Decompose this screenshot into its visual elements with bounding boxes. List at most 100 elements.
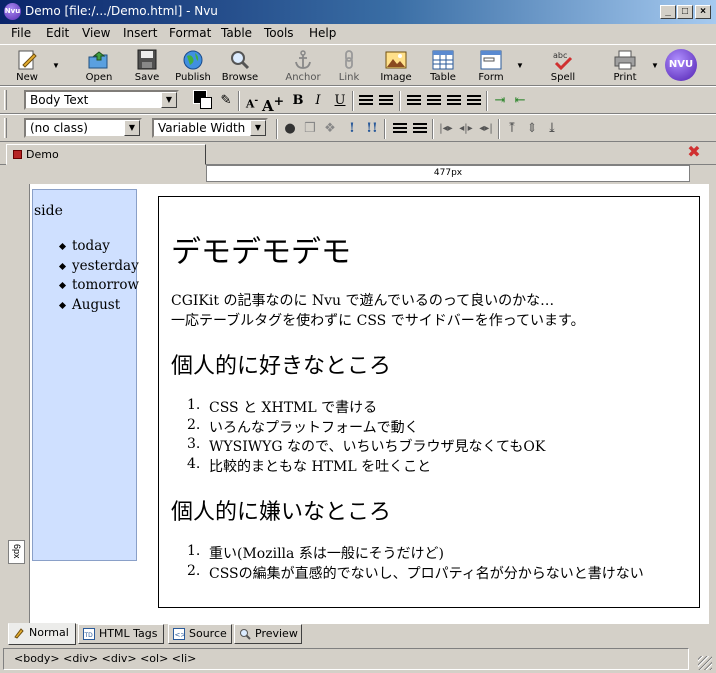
new-dropdown-icon[interactable]: ▼ (52, 61, 60, 70)
nvu-logo-icon[interactable]: NVU (665, 49, 697, 81)
close-button[interactable]: × (695, 5, 711, 19)
chevron-down-icon[interactable]: ▼ (250, 120, 266, 136)
list-item[interactable]: 2. CSSの編集が直感的でないし、プロパティ名が分からないと書けない (187, 563, 644, 583)
list-item[interactable]: tomorrow (33, 277, 139, 297)
menu-file[interactable]: File (11, 26, 31, 40)
separator (399, 91, 401, 111)
valign-top-icon[interactable]: ⤒ (502, 119, 522, 139)
print-dropdown-icon[interactable]: ▼ (651, 61, 659, 70)
larger-text-icon[interactable]: A+ (262, 91, 284, 115)
menu-table[interactable]: Table (221, 26, 252, 40)
spell-label: Spell (550, 72, 576, 83)
form-dropdown-icon[interactable]: ▼ (516, 61, 524, 70)
nvu-app-icon[interactable]: Nvu (4, 3, 21, 20)
spell-button[interactable]: abc Spell (540, 47, 586, 85)
preview-magnifier-icon (240, 629, 251, 640)
layer-icon[interactable]: ● (280, 119, 300, 139)
save-button[interactable]: Save (124, 47, 170, 85)
list-item[interactable]: 4. 比較的まともな HTML を吐くこと (187, 456, 545, 476)
svg-text:abc: abc (553, 51, 567, 60)
menu-insert[interactable]: Insert (123, 26, 157, 40)
chevron-down-icon[interactable]: ▼ (124, 120, 140, 136)
menu-edit[interactable]: Edit (46, 26, 69, 40)
tab-preview[interactable]: Preview (234, 624, 302, 644)
form-button[interactable]: Form (468, 47, 514, 85)
chevron-down-icon[interactable]: ▼ (161, 92, 177, 108)
list-item[interactable]: yesterday (33, 258, 139, 278)
align-center-icon[interactable] (424, 91, 444, 111)
align-box-right-icon[interactable]: ◂▸| (476, 119, 496, 139)
list-item[interactable]: 3. WYSIWYG なので、いちいちブラウザ見なくてもOK (187, 436, 545, 456)
title-bar: Nvu Demo [file:/.../Demo.html] - Nvu _ □… (0, 0, 716, 24)
normal-view-icon (14, 628, 24, 639)
align-box-left-icon[interactable]: |◂▸ (436, 119, 456, 139)
menu-format[interactable]: Format (169, 26, 211, 40)
image-button[interactable]: Image (373, 47, 419, 85)
status-bar-tag-path[interactable]: <body> <div> <div> <ol> <li> (3, 648, 689, 670)
bulleted-list-icon[interactable] (376, 91, 396, 111)
toolbar-grip[interactable] (4, 118, 7, 138)
menu-help[interactable]: Help (309, 26, 336, 40)
valign-bottom-icon[interactable]: ⤓ (542, 119, 562, 139)
justify-icon[interactable] (464, 91, 484, 111)
bold-icon[interactable]: B (288, 91, 308, 111)
new-button[interactable]: New (4, 47, 50, 85)
smaller-text-icon[interactable]: A- (242, 91, 262, 111)
indent-icon[interactable]: ⇥ (490, 91, 510, 111)
table-button[interactable]: Table (420, 47, 466, 85)
print-button[interactable]: Print (602, 47, 648, 85)
highlight-pen-icon[interactable]: ✎ (216, 91, 236, 111)
separator (238, 91, 240, 111)
menu-view[interactable]: View (82, 26, 110, 40)
main-content-div[interactable]: デモデモデモ CGIKit の記事なのに Nvu で遊んでいるのって良いのかな…… (158, 196, 700, 608)
italic-icon[interactable]: I (308, 91, 328, 111)
format-toolbar-2: (no class) ▼ Variable Width ▼ ● ❒ ❖ ! !!… (0, 114, 716, 142)
list-item[interactable]: 1. 重い(Mozilla 系は一般にそうだけど) (187, 543, 644, 563)
list-item[interactable]: 1. CSS と XHTML で書ける (187, 397, 545, 417)
chain-link-icon (345, 50, 353, 69)
list-item-text: CSS と XHTML で書ける (209, 400, 378, 416)
valign-middle-icon[interactable]: ⇕ (522, 119, 542, 139)
shapes-icon[interactable]: ❖ (320, 119, 340, 139)
bring-forward-icon[interactable]: ! (342, 119, 362, 139)
sidebar-div[interactable]: side today yesterday tomorrow August (32, 189, 139, 561)
paragraph-style-select[interactable]: Body Text ▼ (24, 90, 179, 110)
align-left-icon[interactable] (404, 91, 424, 111)
class-value: (no class) (30, 121, 88, 135)
send-backward-icon[interactable]: !! (362, 119, 382, 139)
browse-button[interactable]: Browse (217, 47, 263, 85)
align-right-icon[interactable] (444, 91, 464, 111)
maximize-button[interactable]: □ (677, 5, 693, 19)
underline-icon[interactable]: U (330, 91, 350, 111)
list-item[interactable]: 2. いろんなプラットフォームで動く (187, 417, 545, 437)
width-mode-select[interactable]: Variable Width ▼ (152, 118, 268, 138)
background-color-icon[interactable] (200, 97, 212, 109)
close-tab-icon[interactable]: ✖ (686, 145, 702, 161)
new-label: New (16, 72, 38, 83)
tab-demo[interactable]: Demo (6, 144, 206, 165)
list-item[interactable]: today (33, 238, 139, 258)
list-item-text: いろんなプラットフォームで動く (209, 419, 419, 436)
block-list-icon[interactable] (390, 119, 410, 139)
tab-html-tags[interactable]: TD HTML Tags (78, 624, 164, 644)
separator (276, 119, 278, 139)
class-select[interactable]: (no class) ▼ (24, 118, 142, 138)
numbered-list-icon[interactable] (356, 91, 376, 111)
anchor-button[interactable]: Anchor (280, 47, 326, 85)
dislikes-list: 1. 重い(Mozilla 系は一般にそうだけど) 2. CSSの編集が直感的でない… (187, 543, 644, 583)
block-list-alt-icon[interactable] (410, 119, 430, 139)
width-mode-value: Variable Width (158, 121, 246, 135)
resize-grip-icon[interactable] (698, 656, 712, 670)
align-box-center-icon[interactable]: ◂|▸ (456, 119, 476, 139)
tab-normal[interactable]: Normal (8, 623, 76, 645)
list-item[interactable]: August (33, 297, 139, 317)
link-button[interactable]: Link (326, 47, 372, 85)
publish-button[interactable]: Publish (170, 47, 216, 85)
tab-source[interactable]: <> Source (168, 624, 232, 644)
outdent-icon[interactable]: ⇤ (510, 91, 530, 111)
toolbar-grip[interactable] (4, 90, 7, 110)
position-icon[interactable]: ❒ (300, 119, 320, 139)
minimize-button[interactable]: _ (660, 5, 676, 19)
menu-tools[interactable]: Tools (264, 26, 294, 40)
open-button[interactable]: Open (76, 47, 122, 85)
